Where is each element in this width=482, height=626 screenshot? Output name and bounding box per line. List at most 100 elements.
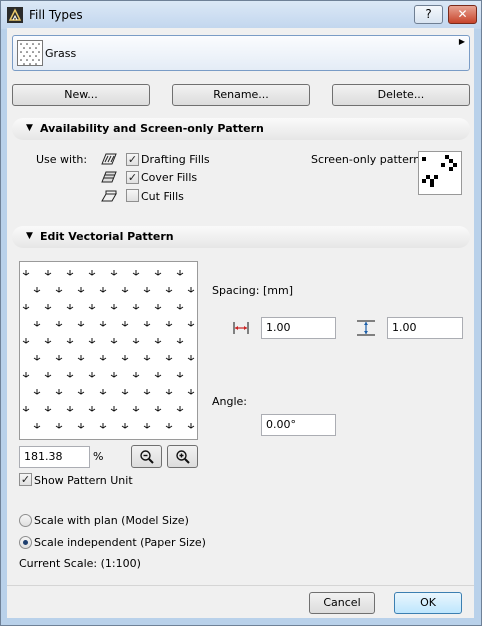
fill-name-label: Grass (45, 47, 77, 60)
expand-triangle-icon: ▼ (26, 231, 33, 241)
cover-fill-icon (101, 171, 117, 183)
horizontal-spacing-icon (233, 320, 249, 336)
ok-button[interactable]: OK (394, 592, 462, 614)
grass-tuft-mark (33, 287, 41, 293)
grass-tuft-mark (187, 355, 195, 361)
grass-tuft-mark (143, 423, 151, 429)
grass-tuft-mark (132, 338, 140, 344)
zoom-in-button[interactable] (167, 445, 198, 468)
grass-tuft-mark (44, 270, 52, 276)
grass-tuft-mark (99, 321, 107, 327)
grass-tuft-mark (88, 304, 96, 310)
angle-label: Angle: (212, 395, 248, 408)
grass-tuft-mark (44, 372, 52, 378)
grass-tuft-mark (22, 406, 30, 412)
grass-tuft-mark (66, 270, 74, 276)
grass-tuft-mark (154, 406, 162, 412)
vectorial-section-title: Edit Vectorial Pattern (40, 230, 174, 243)
scale-with-plan-radio[interactable] (19, 514, 32, 527)
expand-triangle-icon: ▼ (26, 123, 33, 133)
grass-tuft-mark (99, 389, 107, 395)
grass-tuft-mark (33, 389, 41, 395)
delete-button[interactable]: Delete... (332, 84, 470, 106)
grass-tuft-mark (66, 338, 74, 344)
cut-fills-checkbox[interactable] (126, 189, 139, 202)
spacing-y-input[interactable]: 1.00 (387, 317, 463, 339)
grass-tuft-mark (132, 406, 140, 412)
scale-with-plan-label: Scale with plan (Model Size) (34, 514, 189, 527)
grass-tuft-mark (88, 338, 96, 344)
screen-only-pattern-preview[interactable] (418, 151, 462, 195)
cancel-button[interactable]: Cancel (309, 592, 375, 614)
new-button[interactable]: New... (12, 84, 150, 106)
grass-tuft-mark (66, 372, 74, 378)
cover-fills-label: Cover Fills (141, 171, 198, 184)
grass-tuft-mark (176, 338, 184, 344)
grass-tuft-mark (121, 287, 129, 293)
current-scale-label: Current Scale: (1:100) (19, 557, 141, 570)
grass-tuft-mark (33, 423, 41, 429)
availability-section-title: Availability and Screen-only Pattern (40, 122, 264, 135)
grass-tuft-mark (44, 304, 52, 310)
grass-tuft-mark (154, 372, 162, 378)
help-button[interactable]: ? (414, 5, 443, 24)
grass-tuft-mark (99, 355, 107, 361)
fill-type-selector[interactable]: Grass ▶ (12, 35, 470, 71)
grass-tuft-mark (121, 389, 129, 395)
grass-tuft-mark (55, 423, 63, 429)
scale-independent-radio[interactable] (19, 536, 32, 549)
grass-tuft-mark (110, 338, 118, 344)
grass-tuft-mark (66, 304, 74, 310)
grass-tuft-mark (55, 287, 63, 293)
grass-tuft-mark (165, 355, 173, 361)
window-title: Fill Types (29, 8, 83, 22)
grass-tuft-mark (77, 423, 85, 429)
cut-fills-label: Cut Fills (141, 190, 184, 203)
grass-tuft-mark (22, 270, 30, 276)
zoom-out-button[interactable] (131, 445, 162, 468)
show-pattern-unit-checkbox[interactable]: ✓ (19, 473, 32, 486)
grass-tuft-mark (143, 321, 151, 327)
grass-tuft-mark (88, 270, 96, 276)
grass-tuft-mark (88, 406, 96, 412)
archicad-icon (7, 7, 23, 23)
grass-tuft-mark (55, 355, 63, 361)
grass-tuft-mark (121, 321, 129, 327)
grass-tuft-mark (154, 338, 162, 344)
grass-tuft-mark (132, 304, 140, 310)
grass-tuft-mark (110, 406, 118, 412)
grass-tuft-mark (187, 389, 195, 395)
spacing-x-input[interactable]: 1.00 (261, 317, 336, 339)
vectorial-section-header[interactable]: ▼ Edit Vectorial Pattern (12, 226, 470, 248)
grass-tuft-mark (187, 423, 195, 429)
zoom-in-icon (175, 450, 190, 464)
grass-tuft-mark (132, 270, 140, 276)
grass-tuft-mark (44, 338, 52, 344)
grass-tuft-mark (110, 304, 118, 310)
cover-fills-checkbox[interactable]: ✓ (126, 171, 139, 184)
grass-tuft-mark (143, 355, 151, 361)
title-bar: Fill Types ? ✕ (1, 1, 481, 29)
grass-tuft-mark (99, 287, 107, 293)
vertical-spacing-icon (356, 320, 376, 336)
availability-section-header[interactable]: ▼ Availability and Screen-only Pattern (12, 118, 470, 140)
grass-tuft-mark (176, 406, 184, 412)
grass-tuft-mark (187, 321, 195, 327)
grass-tuft-mark (121, 423, 129, 429)
rename-button[interactable]: Rename... (172, 84, 310, 106)
grass-tuft-mark (121, 355, 129, 361)
close-button[interactable]: ✕ (448, 5, 477, 24)
angle-input[interactable]: 0.00° (261, 414, 336, 436)
grass-tuft-mark (143, 389, 151, 395)
drafting-fills-checkbox[interactable]: ✓ (126, 153, 139, 166)
show-pattern-unit-label: Show Pattern Unit (34, 474, 133, 487)
grass-tuft-mark (88, 372, 96, 378)
drafting-fills-label: Drafting Fills (141, 153, 210, 166)
grass-tuft-mark (176, 270, 184, 276)
grass-tuft-mark (99, 423, 107, 429)
grass-tuft-mark (132, 372, 140, 378)
grass-tuft-mark (165, 389, 173, 395)
zoom-input[interactable]: 181.38 (19, 446, 90, 468)
grass-tuft-mark (165, 321, 173, 327)
vectorial-pattern-preview[interactable] (19, 261, 198, 440)
